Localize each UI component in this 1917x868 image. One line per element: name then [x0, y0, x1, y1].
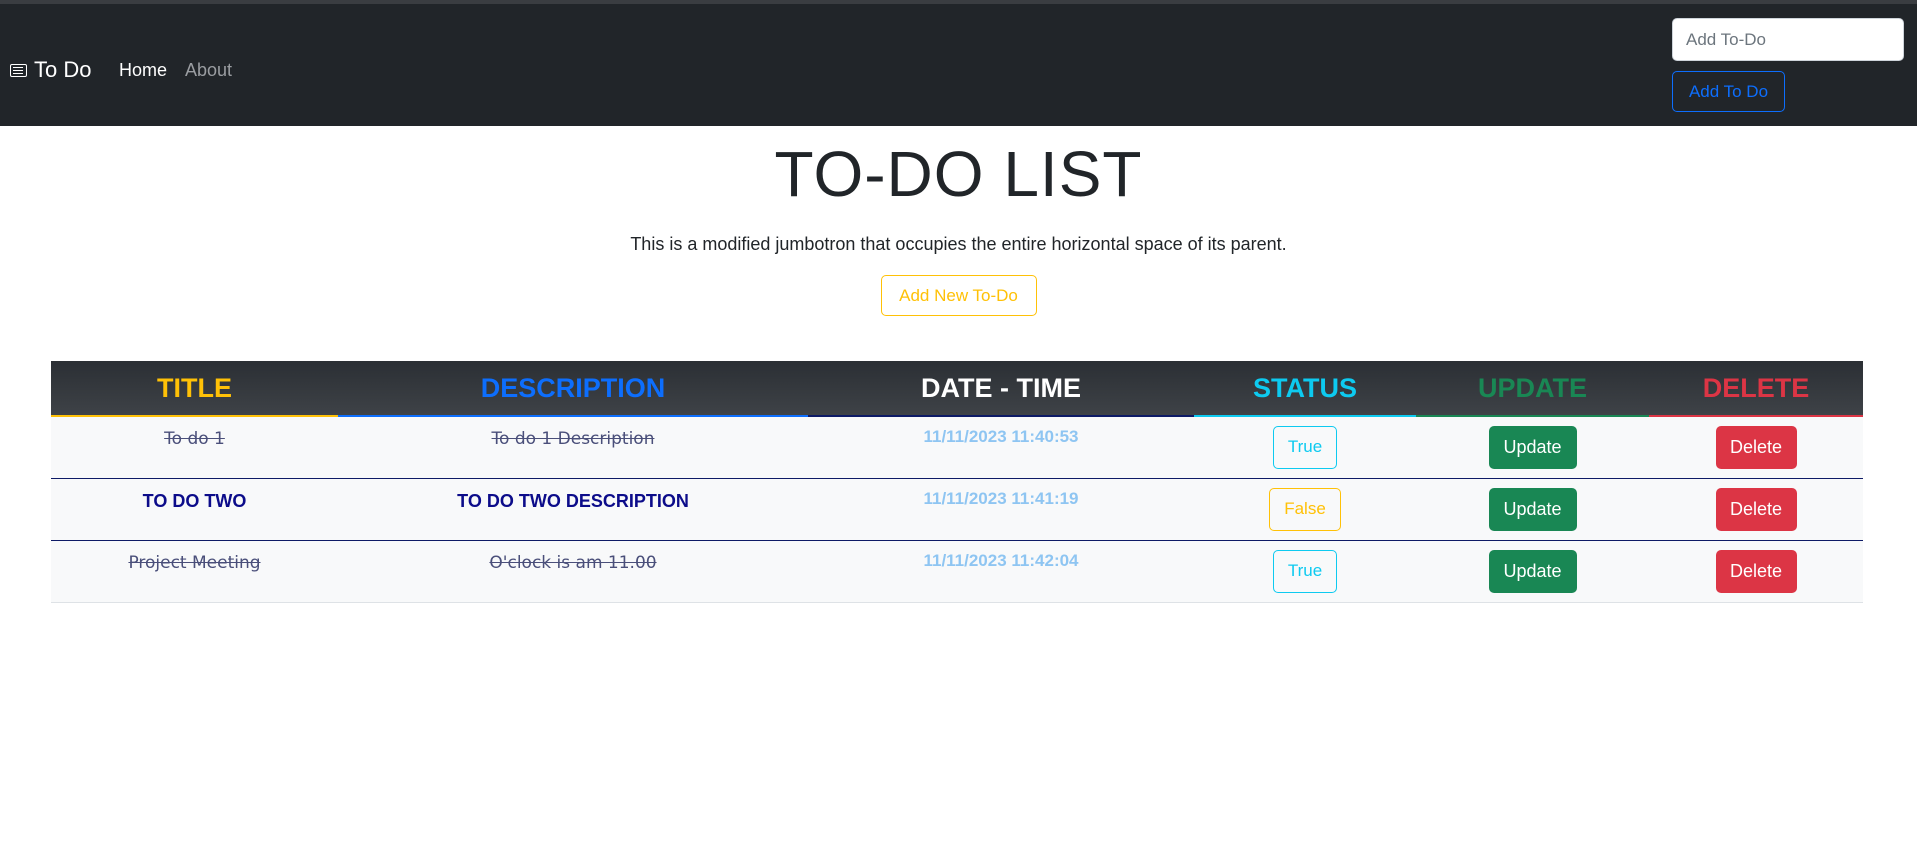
header-description: DESCRIPTION: [338, 361, 808, 417]
page-title: TO-DO LIST: [774, 138, 1143, 210]
todo-datetime: 11/11/2023 11:40:53: [808, 416, 1194, 478]
status-button[interactable]: True: [1272, 549, 1338, 593]
todo-description: TO DO TWO DESCRIPTION: [338, 477, 808, 540]
brand-label: To Do: [34, 57, 92, 82]
todo-datetime: 11/11/2023 11:42:04: [808, 539, 1194, 603]
delete-cell: Delete: [1649, 477, 1863, 540]
status-cell: False: [1194, 477, 1416, 540]
todo-title: TO DO TWO: [51, 477, 338, 540]
todo-description: O'clock is am 11.00: [338, 539, 808, 603]
nav-link-home[interactable]: Home: [119, 60, 167, 81]
table-row: TO DO TWO TO DO TWO DESCRIPTION 11/11/20…: [51, 477, 1863, 540]
nav-links: Home About: [119, 60, 232, 81]
add-new-todo-button[interactable]: Add New To-Do: [880, 275, 1037, 316]
jumbotron-lead: This is a modified jumbotron that occupi…: [630, 234, 1287, 254]
navbar-brand[interactable]: To Do: [10, 57, 91, 83]
update-button[interactable]: Update: [1488, 549, 1577, 593]
card-text-icon: [10, 63, 27, 77]
delete-cell: Delete: [1649, 539, 1863, 603]
update-cell: Update: [1416, 477, 1649, 540]
update-cell: Update: [1416, 539, 1649, 603]
status-button[interactable]: False: [1269, 487, 1341, 531]
todo-description: To do 1 Description: [338, 416, 808, 478]
header-update: UPDATE: [1416, 361, 1649, 417]
status-cell: True: [1194, 416, 1416, 478]
todo-datetime: 11/11/2023 11:41:19: [808, 477, 1194, 540]
update-button[interactable]: Update: [1488, 487, 1577, 531]
table-row: To do 1 To do 1 Description 11/11/2023 1…: [51, 416, 1863, 478]
header-title: TITLE: [51, 361, 338, 417]
update-button[interactable]: Update: [1488, 425, 1577, 469]
update-cell: Update: [1416, 416, 1649, 478]
delete-cell: Delete: [1649, 416, 1863, 478]
header-status: STATUS: [1194, 361, 1416, 417]
add-todo-input[interactable]: [1672, 18, 1904, 61]
nav-link-about[interactable]: About: [185, 60, 232, 81]
header-delete: DELETE: [1649, 361, 1863, 417]
delete-button[interactable]: Delete: [1715, 425, 1797, 469]
delete-button[interactable]: Delete: [1715, 487, 1797, 531]
table-header-row: TITLE DESCRIPTION DATE - TIME STATUS UPD…: [51, 361, 1863, 417]
todo-title: Project Meeting: [51, 539, 338, 603]
status-button[interactable]: True: [1272, 425, 1338, 469]
todo-title: To do 1: [51, 416, 338, 478]
table-row: Project Meeting O'clock is am 11.00 11/1…: [51, 539, 1863, 603]
todo-table: TITLE DESCRIPTION DATE - TIME STATUS UPD…: [51, 361, 1863, 603]
jumbotron: TO-DO LIST This is a modified jumbotron …: [0, 136, 1917, 316]
add-todo-button[interactable]: Add To Do: [1672, 71, 1785, 112]
navbar: To Do Home About Add To Do: [0, 4, 1917, 126]
delete-button[interactable]: Delete: [1715, 549, 1797, 593]
header-date-time: DATE - TIME: [808, 361, 1194, 417]
todo-table-container: TITLE DESCRIPTION DATE - TIME STATUS UPD…: [51, 361, 1863, 603]
status-cell: True: [1194, 539, 1416, 603]
